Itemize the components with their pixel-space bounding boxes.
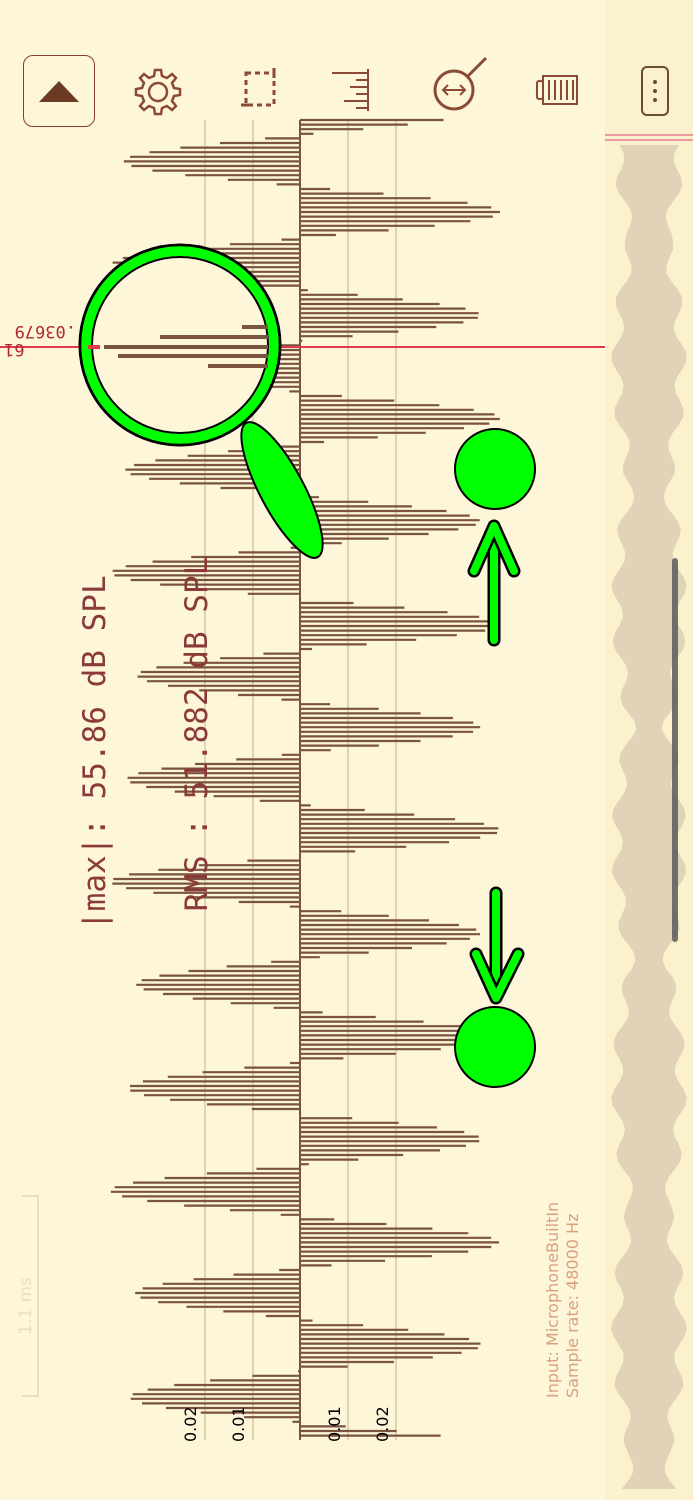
gear-icon [134,68,182,116]
tick-label: 0.01 [229,1406,248,1442]
magnifier-icon [78,243,324,559]
swipe-gesture-bottom-icon [454,886,536,1088]
rms-level-text: RMS : 51.882 dB SPL [179,556,215,930]
overview-strip[interactable] [605,0,693,1500]
cursor-readout-line2: .03679 [14,321,76,341]
input-source-text: Input: MicrophoneBuiltIn [543,1201,562,1398]
triangle-up-icon [39,81,79,102]
cursor-readout-line1: 61 [4,339,25,359]
trash-icon [536,75,578,105]
input-info: Input: MicrophoneBuiltIn Sample rate: 48… [543,1202,583,1398]
delete-button[interactable] [534,70,580,110]
cursor-readout: 61 .03679 [4,321,76,359]
crop-select-icon [241,68,276,107]
time-scale-label: 1.1 ms [16,1277,36,1335]
zoom-fit-icon [433,56,488,111]
tick-label: 0.02 [373,1406,392,1442]
swipe-gesture-top-icon [454,428,536,647]
collapse-button[interactable] [23,55,95,127]
tick-label: 0.02 [181,1406,200,1442]
more-menu-button[interactable] [641,66,669,116]
more-vertical-icon [653,80,657,84]
zoom-fit-button[interactable] [430,54,492,116]
tick-label: 0.01 [325,1406,344,1442]
max-level-text: |max|: 55.86 dB SPL [77,575,113,930]
ruler-button[interactable] [330,64,374,114]
sample-rate-text: Sample rate: 48000 Hz [563,1213,582,1398]
settings-button[interactable] [130,64,186,120]
scrollbar[interactable] [672,558,678,942]
level-stats: |max|: 55.86 dB SPL RMS : 51.882 dB SPL [10,557,248,930]
crop-select-button[interactable] [236,64,282,114]
ruler-icon [332,69,369,111]
